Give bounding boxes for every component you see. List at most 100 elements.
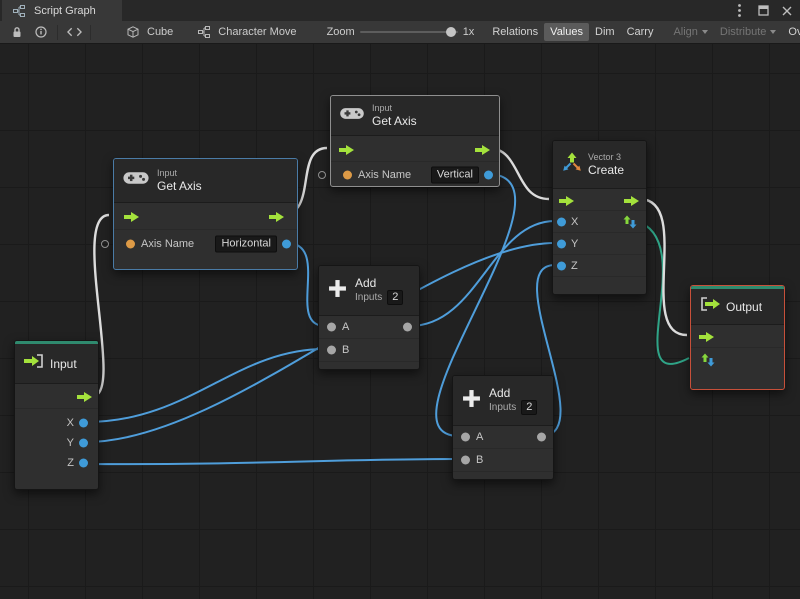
port-row-x: X <box>15 413 98 433</box>
wire-control-vector3-to-output[interactable] <box>640 197 688 337</box>
port-z-label: Z <box>67 457 74 469</box>
input-a-port[interactable] <box>327 322 336 332</box>
control-in-port[interactable] <box>124 210 140 222</box>
gamepad-icon <box>340 106 364 126</box>
carry-button[interactable]: Carry <box>621 23 660 41</box>
zoom-control: Zoom 1x <box>327 26 475 38</box>
inputs-count-field[interactable]: 2 <box>387 290 404 305</box>
axis-name-row: Axis Name Horizontal <box>101 230 297 258</box>
port-row-b: B <box>453 449 553 472</box>
node-header: Input Get Axis <box>114 159 297 203</box>
unconnected-port[interactable] <box>101 240 109 248</box>
dim-button[interactable]: Dim <box>589 23 621 41</box>
port-row-y: Y <box>15 433 98 453</box>
axis-name-field[interactable]: Horizontal <box>215 235 277 253</box>
control-in-port[interactable] <box>339 143 355 155</box>
node-header: Input Get Axis <box>331 96 499 136</box>
vector-value-row <box>691 348 784 372</box>
values-button[interactable]: Values <box>544 23 589 41</box>
port-row-z: Z <box>553 255 646 277</box>
distribute-dropdown[interactable]: Distribute <box>714 23 782 41</box>
port-y-label: Y <box>571 237 579 250</box>
node-add-2[interactable]: Add Inputs 2 A B <box>452 375 554 480</box>
breadcrumb-graph[interactable]: Cube <box>124 23 173 41</box>
axis-name-label: Axis Name <box>358 168 412 181</box>
wire-input-z-to-add2-b[interactable] <box>85 458 460 466</box>
node-title: Get Axis <box>157 179 202 193</box>
node-title: Add <box>489 386 511 400</box>
script-graph-icon <box>10 2 28 20</box>
axis-name-row: Axis Name Vertical <box>318 162 499 187</box>
node-title: Output <box>726 299 763 314</box>
close-icon[interactable] <box>780 4 794 18</box>
control-in-port[interactable] <box>699 330 715 342</box>
input-b-port[interactable] <box>327 345 336 355</box>
dropdown-caret-icon <box>770 30 777 34</box>
node-input-event[interactable]: Input X Y Z <box>14 340 99 490</box>
node-header: Input <box>15 341 98 384</box>
relations-button[interactable]: Relations <box>486 23 544 41</box>
port-row-z: Z <box>15 453 98 473</box>
zoom-value: 1x <box>462 26 475 38</box>
wire-add1-to-vector3-x[interactable] <box>409 220 556 327</box>
sum-out-port[interactable] <box>403 322 412 332</box>
control-out-port[interactable] <box>624 194 640 206</box>
axis-value-out-port[interactable] <box>484 170 493 179</box>
zoom-slider-track[interactable] <box>359 31 458 33</box>
port-a-label: A <box>342 321 350 333</box>
toolbar-separator <box>90 24 91 40</box>
vector-in-port-icon[interactable] <box>701 353 715 367</box>
control-in-port[interactable] <box>559 194 575 206</box>
node-title: Add <box>355 276 377 290</box>
z-out-port[interactable] <box>79 458 88 468</box>
output-event-icon <box>700 297 720 316</box>
axis-name-field[interactable]: Vertical <box>430 166 479 183</box>
align-dropdown[interactable]: Align <box>667 23 713 41</box>
x-in-port[interactable] <box>557 217 566 226</box>
sum-out-port[interactable] <box>537 432 546 442</box>
kebab-menu-icon[interactable] <box>732 4 746 18</box>
control-out-port[interactable] <box>77 390 93 402</box>
node-get-axis-horizontal[interactable]: Input Get Axis Axis Name Horizontal <box>101 158 298 270</box>
control-out-port[interactable] <box>269 210 285 222</box>
port-row-a: A <box>319 316 419 339</box>
axis-name-string-port[interactable] <box>126 239 135 249</box>
node-vector3-create[interactable]: Vector 3 Create X Y Z <box>552 140 647 295</box>
control-flow-row <box>331 136 499 162</box>
breadcrumb-subgraph[interactable]: Character Move <box>195 23 297 41</box>
x-out-port[interactable] <box>79 418 88 428</box>
inputs-label: Inputs <box>355 292 383 303</box>
overview-button[interactable]: Overv <box>782 23 800 41</box>
vector-out-port-icon[interactable] <box>623 215 637 229</box>
port-b-label: B <box>476 454 484 466</box>
graph-canvas[interactable]: Input Get Axis Axis Name Vertical Input … <box>0 44 800 599</box>
control-flow-row <box>553 189 646 211</box>
zoom-slider[interactable] <box>359 26 458 38</box>
port-row-y: Y <box>553 233 646 255</box>
y-out-port[interactable] <box>79 438 88 448</box>
inputs-count-field[interactable]: 2 <box>521 400 538 415</box>
unconnected-port[interactable] <box>318 170 326 179</box>
info-icon[interactable] <box>32 23 50 41</box>
y-in-port[interactable] <box>557 239 566 248</box>
axis-name-label: Axis Name <box>141 238 195 250</box>
input-b-port[interactable] <box>461 455 470 465</box>
port-z-label: Z <box>571 259 578 272</box>
cube-icon <box>124 23 142 41</box>
axis-value-out-port[interactable] <box>282 239 291 249</box>
code-icon[interactable] <box>65 23 83 41</box>
input-a-port[interactable] <box>461 432 470 442</box>
maximize-icon[interactable] <box>756 4 770 18</box>
tab-script-graph[interactable]: Script Graph <box>2 0 122 21</box>
wire-input-x-to-add1-b[interactable] <box>85 348 326 423</box>
z-in-port[interactable] <box>557 261 566 270</box>
node-add-1[interactable]: Add Inputs 2 A B <box>318 265 420 370</box>
zoom-slider-handle[interactable] <box>445 27 456 37</box>
node-output-event[interactable]: Output <box>690 285 785 390</box>
align-label: Align <box>673 26 698 38</box>
node-get-axis-vertical[interactable]: Input Get Axis Axis Name Vertical <box>318 95 500 187</box>
lock-icon[interactable] <box>8 23 26 41</box>
vector3-icon <box>562 152 582 177</box>
axis-name-string-port[interactable] <box>343 170 352 179</box>
control-out-port[interactable] <box>475 143 491 155</box>
